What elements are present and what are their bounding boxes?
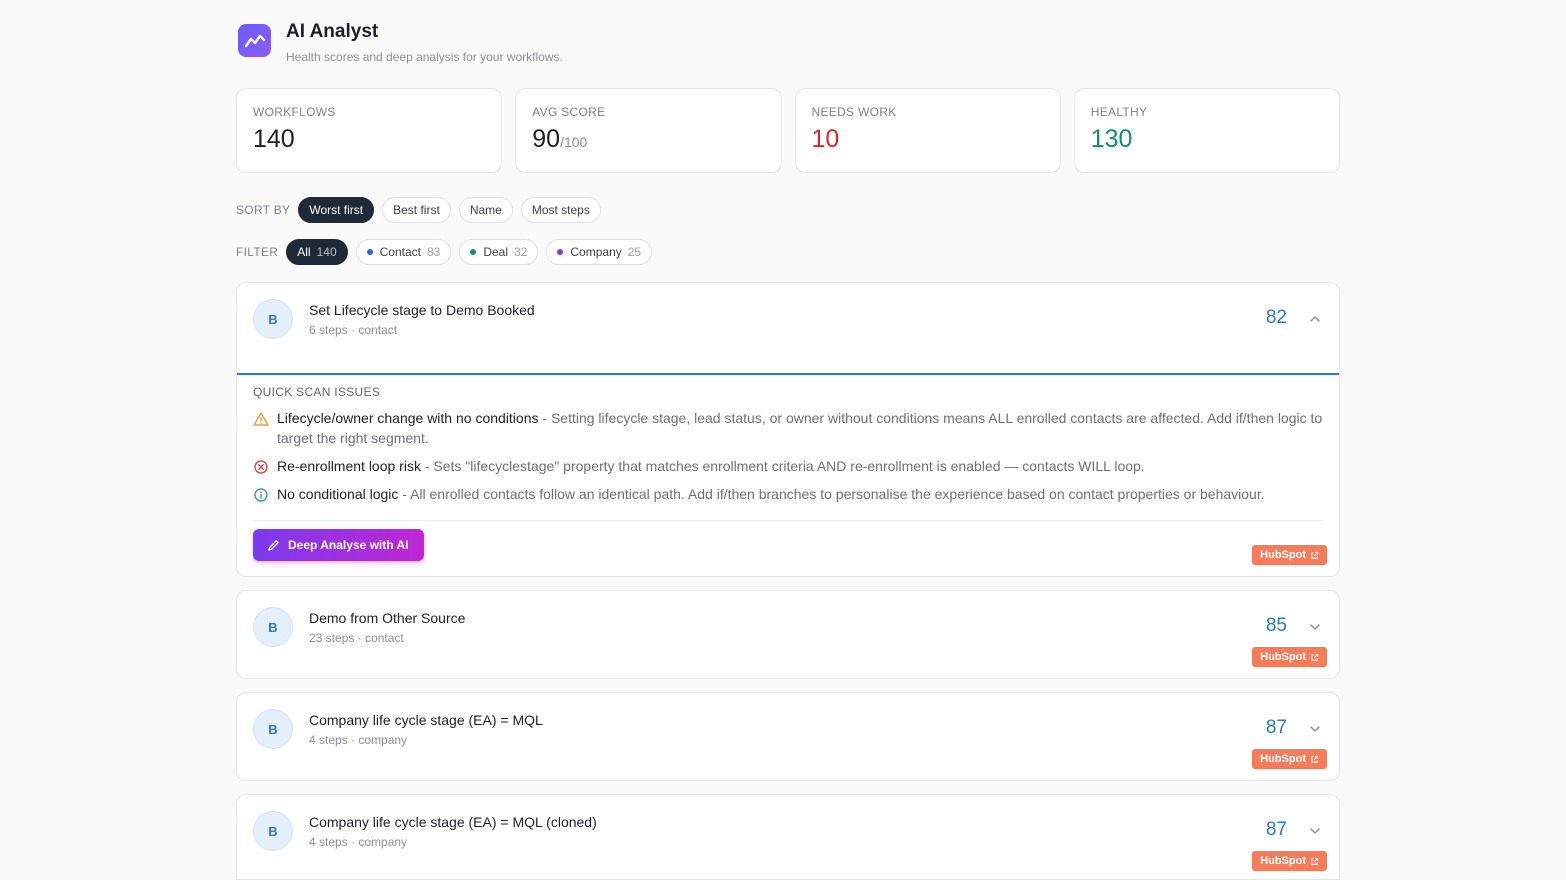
error-icon xyxy=(254,460,268,474)
sort-worst-first[interactable]: Worst first xyxy=(298,197,375,223)
workflow-meta: 4 steps · company xyxy=(309,733,408,747)
stat-label: HEALTHY xyxy=(1090,105,1148,119)
info-icon xyxy=(254,488,268,502)
filter-count: 83 xyxy=(426,245,441,259)
filter-option-label: Company xyxy=(570,245,622,259)
hubspot-link-button[interactable]: HubSpot xyxy=(1252,647,1327,667)
stat-value: 90 xyxy=(532,125,561,153)
stat-label: NEEDS WORK xyxy=(811,105,897,119)
issue-title: No conditional logic xyxy=(277,486,399,502)
issue-item: Lifecycle/owner change with no condition… xyxy=(253,408,1325,448)
section-divider xyxy=(253,520,1323,521)
chevron-down-icon[interactable] xyxy=(1309,825,1321,837)
trend-chart-icon xyxy=(244,34,265,47)
workflow-title: Company life cycle stage (EA) = MQL xyxy=(309,712,543,728)
chevron-down-icon[interactable] xyxy=(1309,723,1321,735)
external-link-icon xyxy=(1311,857,1319,865)
issue-item: Re-enrollment loop risk - Sets "lifecycl… xyxy=(253,456,1325,476)
page-header: AI Analyst Health scores and deep analys… xyxy=(238,21,563,64)
filter-row: FILTER All 140 Contact 83 Deal 32 Company 25 xyxy=(236,239,660,265)
filter-option-label: All xyxy=(297,245,311,259)
external-link-icon xyxy=(1311,653,1319,661)
stat-card-needs-work: NEEDS WORK 10 xyxy=(794,88,1061,173)
stat-card-healthy: HEALTHY 130 xyxy=(1073,88,1340,173)
page-subtitle: Health scores and deep analysis for your… xyxy=(286,50,563,64)
hubspot-label: HubSpot xyxy=(1260,753,1306,765)
workflow-title: Demo from Other Source xyxy=(309,610,466,626)
workflow-score: 82 xyxy=(1265,307,1287,328)
filter-option-label: Deal xyxy=(483,245,509,259)
filter-option-label: Contact xyxy=(379,245,421,259)
workflow-card[interactable]: B Demo from Other Source 23 steps · cont… xyxy=(236,590,1340,679)
workflow-meta: 23 steps · contact xyxy=(309,631,404,645)
workflow-card[interactable]: B Company life cycle stage (EA) = MQL 4 … xyxy=(236,692,1340,781)
company-dot-icon xyxy=(557,249,564,255)
filter-deal[interactable]: Deal 32 xyxy=(459,239,539,265)
deep-analyse-button[interactable]: Deep Analyse with AI xyxy=(253,529,425,561)
filter-all[interactable]: All 140 xyxy=(286,239,348,265)
contact-dot-icon xyxy=(366,249,373,255)
filter-count: 25 xyxy=(627,245,642,259)
hubspot-label: HubSpot xyxy=(1260,549,1306,561)
workflow-card-header[interactable]: B Set Lifecycle stage to Demo Booked 6 s… xyxy=(237,283,1339,373)
workflow-score: 87 xyxy=(1265,717,1287,738)
issue-title: Lifecycle/owner change with no condition… xyxy=(277,410,539,426)
stat-card-workflows: WORKFLOWS 140 xyxy=(236,88,503,173)
deal-dot-icon xyxy=(470,249,477,255)
external-link-icon xyxy=(1311,551,1319,559)
sort-most-steps[interactable]: Most steps xyxy=(520,197,601,223)
workflow-score: 85 xyxy=(1265,615,1287,636)
workflow-score: 87 xyxy=(1265,819,1287,840)
issue-item: No conditional logic - All enrolled cont… xyxy=(253,484,1325,504)
workflow-title: Set Lifecycle stage to Demo Booked xyxy=(309,302,535,318)
hubspot-link-button[interactable]: HubSpot xyxy=(1252,545,1327,565)
issue-description: - Sets "lifecyclestage" property that ma… xyxy=(420,458,1145,474)
pencil-icon xyxy=(268,539,279,551)
workflow-meta: 4 steps · company xyxy=(309,835,408,849)
stat-label: AVG SCORE xyxy=(532,105,606,119)
stat-value: 130 xyxy=(1090,125,1133,153)
warning-icon xyxy=(253,412,269,426)
stat-value: 140 xyxy=(253,125,295,153)
issues-label: QUICK SCAN ISSUES xyxy=(253,385,381,399)
stat-value: 10 xyxy=(811,125,840,153)
sort-name[interactable]: Name xyxy=(458,197,513,223)
hubspot-link-button[interactable]: HubSpot xyxy=(1252,749,1327,769)
filter-label: FILTER xyxy=(236,245,279,259)
sort-row: SORT BY Worst first Best first Name Most… xyxy=(236,197,609,223)
avatar: B xyxy=(253,709,293,749)
sort-best-first[interactable]: Best first xyxy=(382,197,451,223)
workflow-card[interactable]: B Company life cycle stage (EA) = MQL (c… xyxy=(236,794,1340,880)
chevron-down-icon[interactable] xyxy=(1309,621,1321,633)
workflow-meta: 6 steps · contact xyxy=(309,323,398,337)
stat-denominator: /100 xyxy=(560,134,588,150)
stats-row: WORKFLOWS 140 AVG SCORE 90/100 NEEDS WOR… xyxy=(236,88,1340,173)
stat-card-avg-score: AVG SCORE 90/100 xyxy=(515,88,782,173)
avatar: B xyxy=(253,607,293,647)
issue-description: - All enrolled contacts follow an identi… xyxy=(398,486,1265,502)
sort-label: SORT BY xyxy=(236,203,291,217)
avatar: B xyxy=(253,299,293,339)
deep-analyse-label: Deep Analyse with AI xyxy=(288,538,409,552)
expanded-divider xyxy=(237,373,1339,375)
filter-count: 140 xyxy=(316,245,337,259)
filter-contact[interactable]: Contact 83 xyxy=(355,239,452,265)
hubspot-label: HubSpot xyxy=(1260,855,1306,867)
issue-title: Re-enrollment loop risk xyxy=(277,458,421,474)
page-title: AI Analyst xyxy=(286,21,379,42)
filter-company[interactable]: Company 25 xyxy=(546,239,653,265)
chevron-up-icon[interactable] xyxy=(1309,313,1321,325)
app-logo xyxy=(238,24,271,57)
filter-count: 32 xyxy=(514,245,528,259)
external-link-icon xyxy=(1311,755,1319,763)
workflow-title: Company life cycle stage (EA) = MQL (clo… xyxy=(309,814,597,830)
avatar: B xyxy=(253,811,293,851)
hubspot-label: HubSpot xyxy=(1260,651,1306,663)
hubspot-link-button[interactable]: HubSpot xyxy=(1252,851,1327,871)
workflow-card-expanded: B Set Lifecycle stage to Demo Booked 6 s… xyxy=(236,282,1340,577)
stat-label: WORKFLOWS xyxy=(253,105,336,119)
